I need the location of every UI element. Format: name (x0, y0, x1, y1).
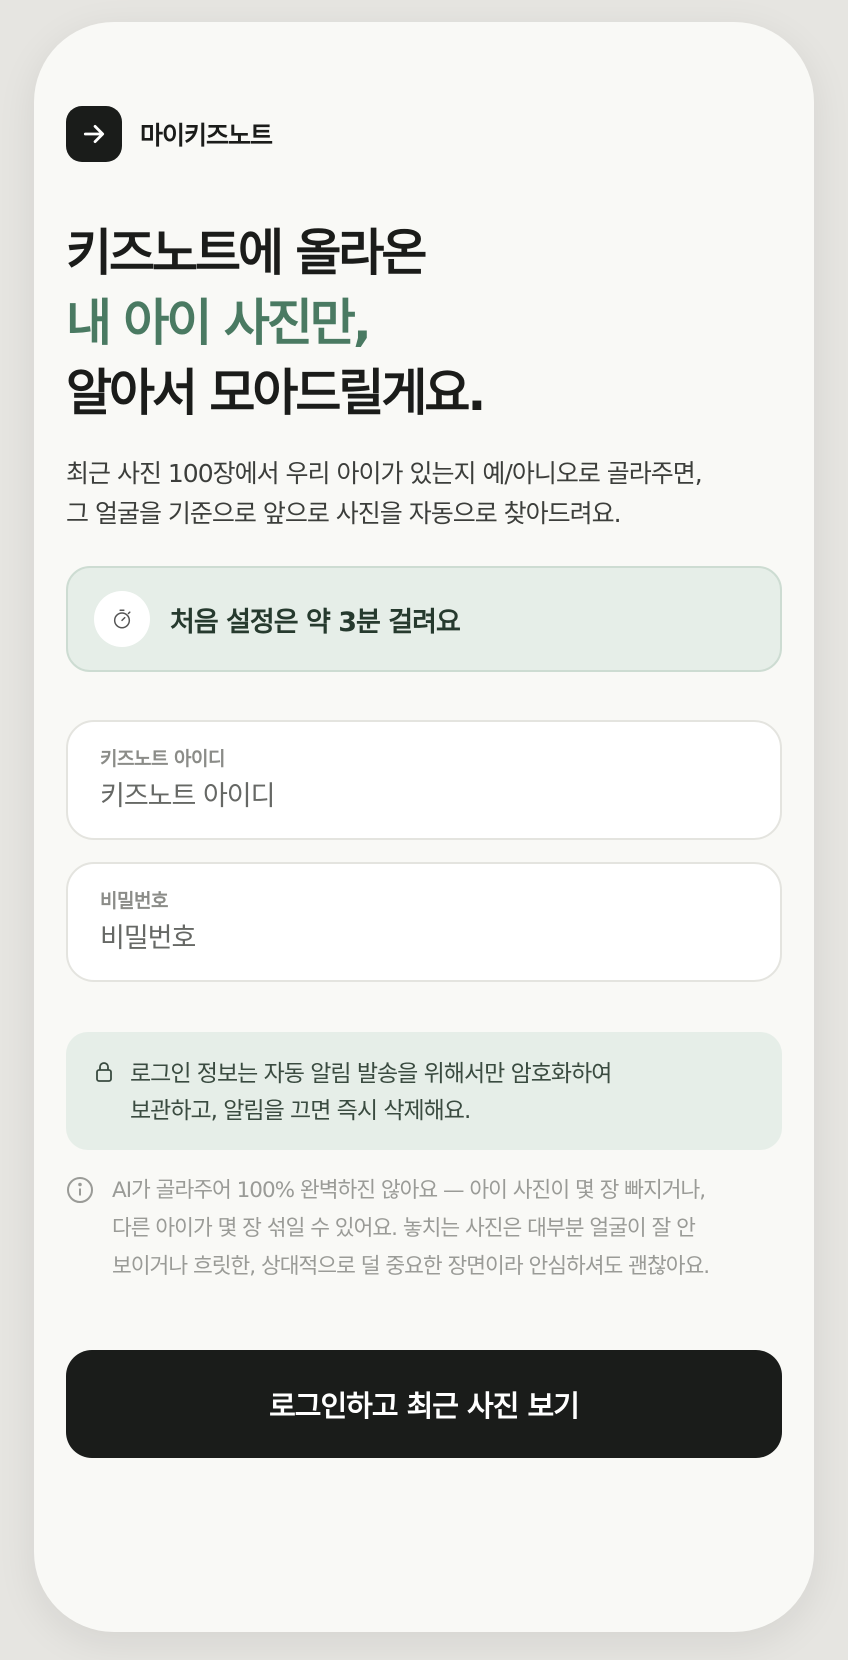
disclaimer-line-2: 다른 아이가 몇 장 섞일 수 있어요. 놓치는 사진은 대부분 얼굴이 잘 안 (112, 1216, 696, 1241)
description-line-2: 그 얼굴을 기준으로 앞으로 사진을 자동으로 찾아드려요. (66, 499, 622, 528)
description-line-1: 최근 사진 100장에서 우리 아이가 있는지 예/아니오로 골라주면, (66, 459, 703, 488)
ai-disclaimer: AI가 골라주어 100% 완벽하진 않아요 — 아이 사진이 몇 장 빠지거나… (66, 1172, 806, 1286)
arrow-right-icon (66, 106, 122, 162)
brand-header: 마이키즈노트 (66, 106, 273, 162)
disclaimer-text: AI가 골라주어 100% 완벽하진 않아요 — 아이 사진이 몇 장 빠지거나… (112, 1172, 710, 1286)
id-input[interactable] (100, 781, 748, 812)
privacy-line-2: 보관하고, 알림을 끄면 즉시 삭제해요. (130, 1098, 471, 1124)
brand-name: 마이키즈노트 (140, 121, 273, 150)
setup-time-text: 처음 설정은 약 3분 걸려요 (170, 606, 461, 638)
login-button[interactable]: 로그인하고 최근 사진 보기 (66, 1350, 782, 1458)
description: 최근 사진 100장에서 우리 아이가 있는지 예/아니오로 골라주면, 그 얼… (66, 454, 786, 534)
setup-time-notice: 처음 설정은 약 3분 걸려요 (66, 566, 782, 672)
password-input[interactable] (100, 923, 748, 954)
disclaimer-line-3: 보이거나 흐릿한, 상대적으로 덜 중요한 장면이라 안심하셔도 괜찮아요. (112, 1254, 710, 1279)
privacy-line-1: 로그인 정보는 자동 알림 발송을 위해서만 암호화하여 (130, 1061, 612, 1087)
id-field[interactable]: 키즈노트 아이디 (66, 720, 782, 840)
disclaimer-line-1: AI가 골라주어 100% 완벽하진 않아요 — 아이 사진이 몇 장 빠지거나… (112, 1178, 706, 1203)
headline-line-1: 키즈노트에 올라온 (66, 224, 427, 282)
id-field-label: 키즈노트 아이디 (100, 748, 225, 770)
screen: 마이키즈노트 키즈노트에 올라온 내 아이 사진만, 알아서 모아드릴게요. 최… (34, 22, 814, 1632)
stopwatch-icon (94, 591, 150, 647)
privacy-text: 로그인 정보는 자동 알림 발송을 위해서만 암호화하여 보관하고, 알림을 끄… (130, 1056, 612, 1150)
page-title: 키즈노트에 올라온 내 아이 사진만, 알아서 모아드릴게요. (66, 218, 486, 428)
headline-line-3: 알아서 모아드릴게요. (66, 364, 486, 422)
password-field-label: 비밀번호 (100, 890, 168, 912)
info-icon (67, 1177, 93, 1203)
privacy-notice: 로그인 정보는 자동 알림 발송을 위해서만 암호화하여 보관하고, 알림을 끄… (66, 1032, 782, 1150)
lock-icon (96, 1062, 112, 1082)
headline-line-2: 내 아이 사진만, (66, 294, 372, 352)
password-field[interactable]: 비밀번호 (66, 862, 782, 982)
